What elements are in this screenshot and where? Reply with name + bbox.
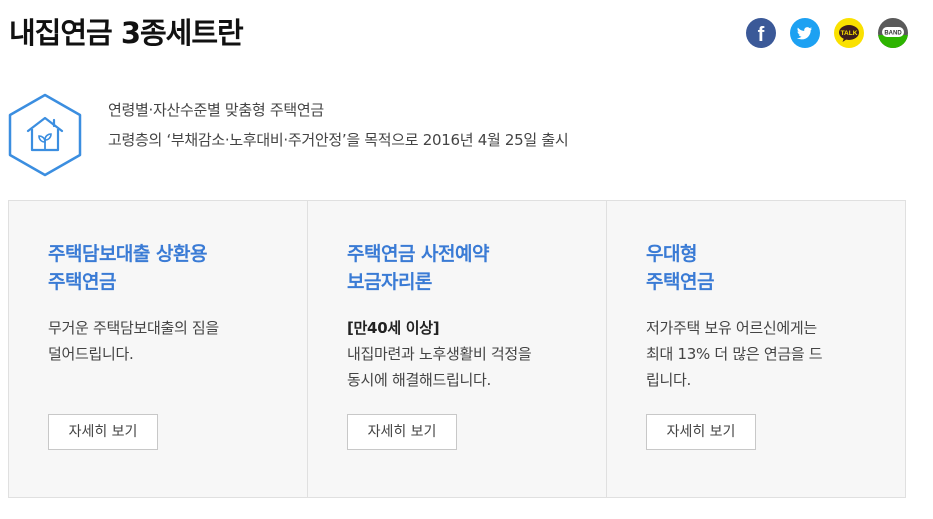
facebook-icon: f bbox=[758, 24, 765, 46]
band-icon: BAND bbox=[878, 27, 908, 48]
twitter-icon bbox=[797, 27, 812, 40]
kakaotalk-icon: TALK bbox=[839, 25, 859, 42]
band-share-button[interactable]: BAND bbox=[878, 18, 908, 48]
kakaotalk-share-button[interactable]: TALK bbox=[834, 18, 864, 48]
intro-text: 연령별·자산수준별 맞춤형 주택연금 고령층의 ‘부채감소·노후대비·주거안정’… bbox=[108, 95, 569, 155]
card-title: 주택담보대출 상환용 주택연금 bbox=[48, 243, 207, 293]
card-title: 주택연금 사전예약 보금자리론 bbox=[347, 243, 489, 293]
svg-text:f: f bbox=[758, 24, 765, 46]
card-description: [만40세 이상] 내집마련과 노후생활비 걱정을 동시에 해결해드립니다. bbox=[347, 315, 532, 393]
svg-text:TALK: TALK bbox=[841, 30, 858, 37]
svg-text:BAND: BAND bbox=[884, 31, 902, 37]
product-cards: 주택담보대출 상환용 주택연금 무거운 주택담보대출의 짐을 덜어드립니다. 자… bbox=[8, 200, 906, 498]
intro-line-2: 고령층의 ‘부채감소·노후대비·주거안정’을 목적으로 2016년 4월 25일… bbox=[108, 131, 569, 149]
details-button[interactable]: 자세히 보기 bbox=[347, 414, 457, 450]
details-button[interactable]: 자세히 보기 bbox=[48, 414, 158, 450]
card-preferential: 우대형 주택연금 저가주택 보유 어르신에게는 최대 13% 더 많은 연금을 … bbox=[607, 201, 905, 497]
card-description: 저가주택 보유 어르신에게는 최대 13% 더 많은 연금을 드 립니다. bbox=[646, 319, 823, 389]
twitter-share-button[interactable] bbox=[790, 18, 820, 48]
age-requirement: [만40세 이상] bbox=[347, 319, 440, 337]
details-button[interactable]: 자세히 보기 bbox=[646, 414, 756, 450]
card-mortgage-repayment: 주택담보대출 상환용 주택연금 무거운 주택담보대출의 짐을 덜어드립니다. 자… bbox=[9, 201, 308, 497]
page-title: 내집연금 3종세트란 bbox=[9, 16, 244, 50]
card-pre-reservation: 주택연금 사전예약 보금자리론 [만40세 이상] 내집마련과 노후생활비 걱정… bbox=[308, 201, 607, 497]
card-description: 무거운 주택담보대출의 짐을 덜어드립니다. bbox=[48, 319, 219, 363]
card-title: 우대형 주택연금 bbox=[646, 243, 714, 293]
intro-line-1: 연령별·자산수준별 맞춤형 주택연금 bbox=[108, 101, 324, 119]
house-plant-icon bbox=[8, 93, 82, 177]
share-buttons: f TALK BAND bbox=[746, 18, 908, 48]
facebook-share-button[interactable]: f bbox=[746, 18, 776, 48]
